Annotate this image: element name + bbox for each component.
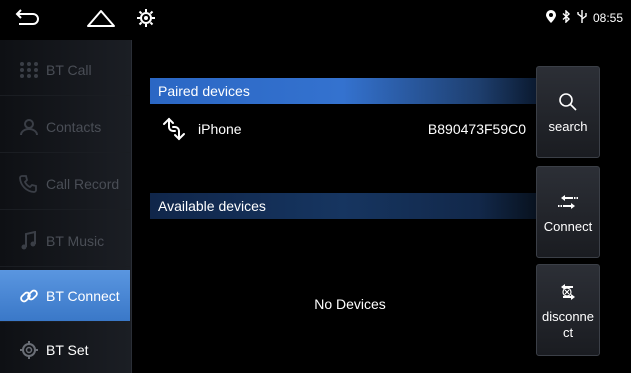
- search-button[interactable]: search: [536, 66, 600, 158]
- sidebar-item-label: Contacts: [46, 118, 102, 135]
- main-panel: Paired devices iPhone B890473F59C0 Avail…: [140, 40, 536, 373]
- bluetooth-icon: [562, 9, 571, 26]
- sidebar-item-label: BT Connect: [46, 287, 120, 304]
- paired-devices-header: Paired devices: [150, 78, 536, 104]
- clock-time: 08:55: [592, 11, 623, 25]
- connect-arrows-icon: [555, 189, 581, 215]
- search-icon: [555, 89, 581, 115]
- connect-button[interactable]: Connect: [536, 166, 600, 258]
- music-icon: [16, 230, 42, 252]
- settings-gear-icon[interactable]: [135, 6, 157, 30]
- sidebar-item-bt-call[interactable]: BT Call: [0, 44, 130, 96]
- sidebar-item-label: BT Call: [46, 61, 92, 78]
- connect-label: Connect: [543, 219, 593, 234]
- sidebar-item-label: Call Record: [46, 175, 120, 192]
- status-icons: 08:55: [545, 9, 623, 27]
- usb-icon: [577, 10, 587, 26]
- paired-devices-title: Paired devices: [158, 83, 250, 99]
- link-icon: [16, 285, 42, 307]
- sidebar-item-bt-connect[interactable]: BT Connect: [0, 270, 130, 322]
- call-record-icon: [16, 173, 42, 195]
- sidebar-item-call-record[interactable]: Call Record: [0, 158, 130, 210]
- sidebar-item-contacts[interactable]: Contacts: [0, 101, 130, 153]
- search-label: search: [548, 119, 588, 134]
- dialpad-icon: [16, 59, 42, 81]
- disconnect-label: disconne ct: [541, 309, 595, 340]
- contacts-icon: [16, 116, 42, 138]
- paired-device-row[interactable]: iPhone B890473F59C0: [160, 112, 536, 146]
- disconnect-button[interactable]: disconne ct: [536, 264, 600, 356]
- empty-state-text: No Devices: [314, 296, 386, 312]
- gear-icon: [16, 339, 42, 361]
- location-pin-icon: [545, 10, 556, 26]
- sidebar-item-bt-set[interactable]: BT Set: [0, 324, 130, 373]
- available-devices-header: Available devices: [150, 193, 536, 219]
- sidebar-item-bt-music[interactable]: BT Music: [0, 215, 130, 267]
- disconnect-icon: [555, 279, 581, 305]
- sidebar: BT Call Contacts Call Record BT Music BT…: [0, 40, 132, 373]
- sidebar-item-label: BT Set: [46, 341, 89, 358]
- device-name: iPhone: [198, 121, 242, 137]
- device-address: B890473F59C0: [427, 121, 526, 137]
- phone-link-icon: [160, 115, 188, 143]
- home-icon[interactable]: [84, 6, 118, 30]
- back-icon[interactable]: [14, 6, 42, 30]
- status-bar: 08:55: [0, 0, 631, 36]
- sidebar-item-label: BT Music: [46, 232, 105, 249]
- available-devices-title: Available devices: [158, 198, 266, 214]
